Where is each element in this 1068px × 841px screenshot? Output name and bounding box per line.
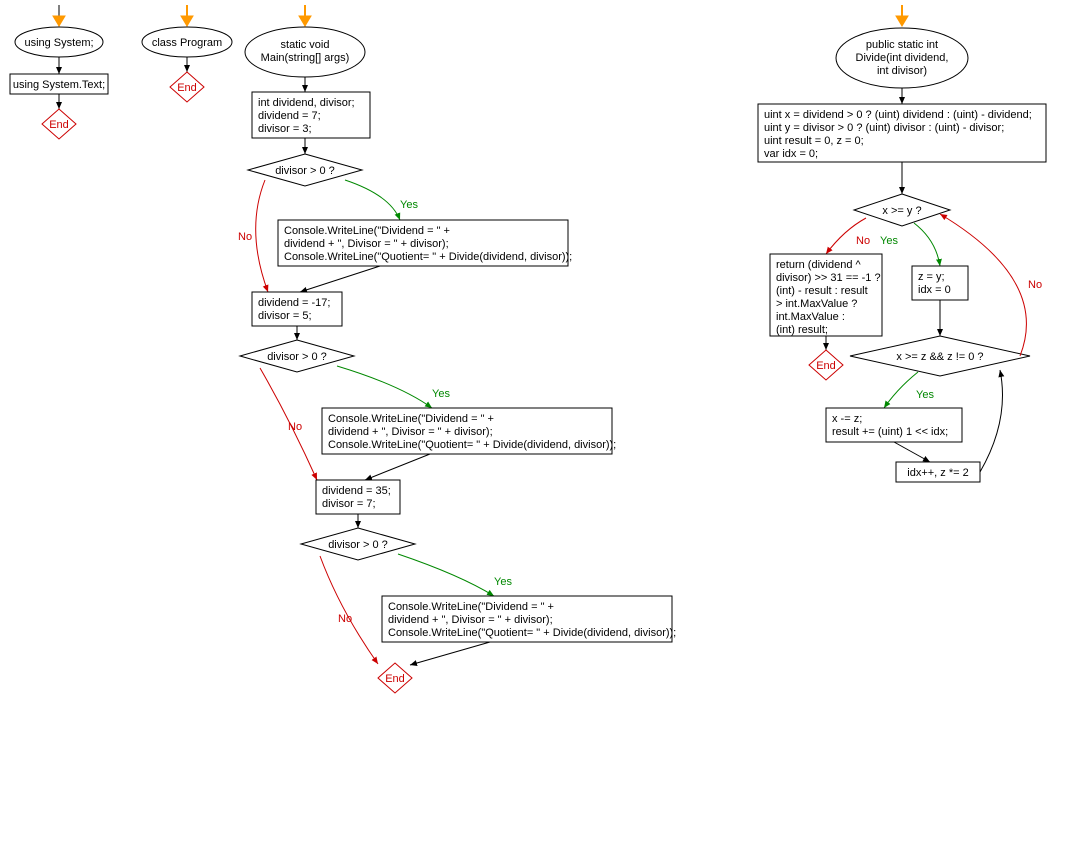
label-yes2: Yes <box>432 388 450 400</box>
text-block2b: divisor = 5; <box>258 310 312 322</box>
text-print2c: Console.WriteLine("Quotient= " + Divide(… <box>328 439 616 451</box>
text-return-f: (int) result; <box>776 324 828 336</box>
text-block6a: x -= z; <box>832 413 862 425</box>
text-system-text: using System.Text; <box>13 79 105 91</box>
text-divide-a: public static int <box>866 39 938 51</box>
label-no3: No <box>338 613 352 625</box>
label-no1: No <box>238 231 252 243</box>
end-text-2: End <box>177 82 197 94</box>
text-block3a: dividend = 35; <box>322 485 391 497</box>
text-init-b: dividend = 7; <box>258 110 321 122</box>
text-init-c: divisor = 3; <box>258 123 312 135</box>
text-init-a: int dividend, divisor; <box>258 97 355 109</box>
text-block2a: dividend = -17; <box>258 297 330 309</box>
text-block7: idx++, z *= 2 <box>907 467 968 479</box>
text-print2b: dividend + ", Divisor = " + divisor); <box>328 426 493 438</box>
text-block3b: divisor = 7; <box>322 498 376 510</box>
text-print3b: dividend + ", Divisor = " + divisor); <box>388 614 553 626</box>
text-print1c: Console.WriteLine("Quotient= " + Divide(… <box>284 251 572 263</box>
label-no4a: No <box>856 235 870 247</box>
text-print3c: Console.WriteLine("Quotient= " + Divide(… <box>388 627 676 639</box>
text-block5b: idx = 0 <box>918 284 951 296</box>
text-init4d: var idx = 0; <box>764 148 818 160</box>
text-using-system: using System; <box>24 37 93 49</box>
flowchart-divide: public static int Divide(int dividend, i… <box>758 5 1046 482</box>
text-return-e: int.MaxValue : <box>776 311 845 323</box>
text-print1a: Console.WriteLine("Dividend = " + <box>284 225 450 237</box>
text-return-c: (int) - result : result <box>776 285 868 297</box>
text-print1b: dividend + ", Divisor = " + divisor); <box>284 238 449 250</box>
text-return-a: return (dividend ^ <box>776 259 861 271</box>
flowchart-using-system: using System; using System.Text; End <box>10 5 108 139</box>
text-init4c: uint result = 0, z = 0; <box>764 135 864 147</box>
flowchart-class-program: class Program End <box>142 5 232 102</box>
end-text-4: End <box>816 360 836 372</box>
text-block6b: result += (uint) 1 << idx; <box>832 426 948 438</box>
text-main-a: static void <box>281 39 330 51</box>
text-cond4a: x >= y ? <box>882 205 921 217</box>
text-cond4b: x >= z && z != 0 ? <box>896 351 983 363</box>
label-no2: No <box>288 421 302 433</box>
label-yes1: Yes <box>400 199 418 211</box>
flowchart-canvas: using System; using System.Text; End cla… <box>0 0 1068 841</box>
text-print3a: Console.WriteLine("Dividend = " + <box>388 601 554 613</box>
end-text-1: End <box>49 119 69 131</box>
text-main-b: Main(string[] args) <box>261 52 350 64</box>
text-cond2: divisor > 0 ? <box>267 351 327 363</box>
text-cond1: divisor > 0 ? <box>275 165 335 177</box>
label-yes4a: Yes <box>880 235 898 247</box>
flowchart-main: static void Main(string[] args) int divi… <box>238 5 676 693</box>
end-text-3: End <box>385 673 405 685</box>
text-init4b: uint y = divisor > 0 ? (uint) divisor : … <box>764 122 1004 134</box>
text-divide-b: Divide(int dividend, <box>856 52 949 64</box>
text-cond3: divisor > 0 ? <box>328 539 388 551</box>
label-yes3: Yes <box>494 576 512 588</box>
label-no4b: No <box>1028 279 1042 291</box>
label-yes4b: Yes <box>916 389 934 401</box>
text-init4a: uint x = dividend > 0 ? (uint) dividend … <box>764 109 1032 121</box>
text-print2a: Console.WriteLine("Dividend = " + <box>328 413 494 425</box>
text-class-program: class Program <box>152 37 222 49</box>
text-return-d: > int.MaxValue ? <box>776 298 857 310</box>
text-block5a: z = y; <box>918 271 945 283</box>
text-divide-c: int divisor) <box>877 65 927 77</box>
text-return-b: divisor) >> 31 == -1 ? <box>776 272 881 284</box>
